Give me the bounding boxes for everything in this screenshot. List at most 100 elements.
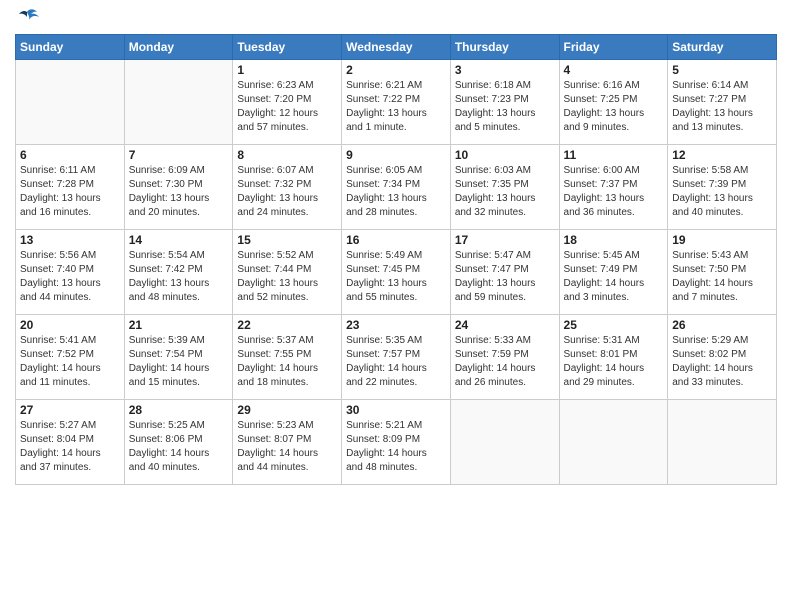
day-info: Sunrise: 6:07 AM Sunset: 7:32 PM Dayligh… [237, 164, 337, 220]
calendar-cell: 22 Sunrise: 5:37 AM Sunset: 7:55 PM Dayli… [233, 315, 342, 400]
calendar-header-monday: Monday [124, 35, 233, 60]
day-number: 25 [564, 318, 664, 332]
day-info: Sunrise: 5:52 AM Sunset: 7:44 PM Dayligh… [237, 249, 337, 305]
day-number: 14 [129, 233, 229, 247]
day-number: 23 [346, 318, 446, 332]
calendar-cell: 20 Sunrise: 5:41 AM Sunset: 7:52 PM Dayli… [16, 315, 125, 400]
day-info: Sunrise: 5:49 AM Sunset: 7:45 PM Dayligh… [346, 249, 446, 305]
day-number: 4 [564, 63, 664, 77]
calendar-cell [559, 400, 668, 485]
day-info: Sunrise: 5:21 AM Sunset: 8:09 PM Dayligh… [346, 419, 446, 475]
calendar-cell: 28Sunrise: 5:25 AM Sunset: 8:06 PM Dayli… [124, 400, 233, 485]
day-number: 7 [129, 148, 229, 162]
calendar-cell: 30 Sunrise: 5:21 AM Sunset: 8:09 PM Dayli… [342, 400, 451, 485]
day-number: 24 [455, 318, 555, 332]
day-number: 20 [20, 318, 120, 332]
calendar-header-tuesday: Tuesday [233, 35, 342, 60]
calendar-cell: 29 Sunrise: 5:23 AM Sunset: 8:07 PM Dayli… [233, 400, 342, 485]
calendar-cell: 21 Sunrise: 5:39 AM Sunset: 7:54 PM Dayli… [124, 315, 233, 400]
day-info: Sunrise: 5:54 AM Sunset: 7:42 PM Dayligh… [129, 249, 229, 305]
day-number: 21 [129, 318, 229, 332]
page-header [15, 10, 777, 26]
calendar-cell: 4 Sunrise: 6:16 AM Sunset: 7:25 PM Daylig… [559, 60, 668, 145]
calendar-cell: 24 Sunrise: 5:33 AM Sunset: 7:59 PM Dayli… [450, 315, 559, 400]
calendar-cell: 3 Sunrise: 6:18 AM Sunset: 7:23 PM Daylig… [450, 60, 559, 145]
calendar-week-row: 20 Sunrise: 5:41 AM Sunset: 7:52 PM Dayli… [16, 315, 777, 400]
day-info: Sunrise: 6:09 AM Sunset: 7:30 PM Dayligh… [129, 164, 229, 220]
day-info: Sunrise: 6:00 AM Sunset: 7:37 PM Dayligh… [564, 164, 664, 220]
day-number: 22 [237, 318, 337, 332]
day-info: Sunrise: 6:16 AM Sunset: 7:25 PM Dayligh… [564, 79, 664, 135]
calendar-cell: 19 Sunrise: 5:43 AM Sunset: 7:50 PM Dayli… [668, 230, 777, 315]
calendar-week-row: 13Sunrise: 5:56 AM Sunset: 7:40 PM Dayli… [16, 230, 777, 315]
day-number: 5 [672, 63, 772, 77]
day-info: Sunrise: 5:23 AM Sunset: 8:07 PM Dayligh… [237, 419, 337, 475]
day-info: Sunrise: 5:43 AM Sunset: 7:50 PM Dayligh… [672, 249, 772, 305]
calendar-cell: 1Sunrise: 6:23 AM Sunset: 7:20 PM Daylig… [233, 60, 342, 145]
calendar-cell: 9 Sunrise: 6:05 AM Sunset: 7:34 PM Daylig… [342, 145, 451, 230]
calendar-cell: 11 Sunrise: 6:00 AM Sunset: 7:37 PM Dayli… [559, 145, 668, 230]
calendar-header-sunday: Sunday [16, 35, 125, 60]
day-number: 18 [564, 233, 664, 247]
day-number: 2 [346, 63, 446, 77]
calendar-cell: 5 Sunrise: 6:14 AM Sunset: 7:27 PM Daylig… [668, 60, 777, 145]
calendar-cell: 25 Sunrise: 5:31 AM Sunset: 8:01 PM Dayli… [559, 315, 668, 400]
calendar-week-row: 27 Sunrise: 5:27 AM Sunset: 8:04 PM Dayli… [16, 400, 777, 485]
day-number: 30 [346, 403, 446, 417]
calendar-cell [668, 400, 777, 485]
day-number: 9 [346, 148, 446, 162]
calendar-week-row: 1Sunrise: 6:23 AM Sunset: 7:20 PM Daylig… [16, 60, 777, 145]
day-info: Sunrise: 6:05 AM Sunset: 7:34 PM Dayligh… [346, 164, 446, 220]
calendar-cell: 10Sunrise: 6:03 AM Sunset: 7:35 PM Dayli… [450, 145, 559, 230]
day-number: 8 [237, 148, 337, 162]
logo [15, 10, 39, 26]
day-info: Sunrise: 6:21 AM Sunset: 7:22 PM Dayligh… [346, 79, 446, 135]
day-info: Sunrise: 5:45 AM Sunset: 7:49 PM Dayligh… [564, 249, 664, 305]
day-number: 3 [455, 63, 555, 77]
day-info: Sunrise: 5:31 AM Sunset: 8:01 PM Dayligh… [564, 334, 664, 390]
day-info: Sunrise: 6:18 AM Sunset: 7:23 PM Dayligh… [455, 79, 555, 135]
day-info: Sunrise: 5:29 AM Sunset: 8:02 PM Dayligh… [672, 334, 772, 390]
day-number: 13 [20, 233, 120, 247]
calendar-cell: 23 Sunrise: 5:35 AM Sunset: 7:57 PM Dayli… [342, 315, 451, 400]
calendar-cell: 2 Sunrise: 6:21 AM Sunset: 7:22 PM Daylig… [342, 60, 451, 145]
day-number: 6 [20, 148, 120, 162]
calendar-cell: 16 Sunrise: 5:49 AM Sunset: 7:45 PM Dayli… [342, 230, 451, 315]
day-info: Sunrise: 5:35 AM Sunset: 7:57 PM Dayligh… [346, 334, 446, 390]
calendar-header-saturday: Saturday [668, 35, 777, 60]
day-number: 17 [455, 233, 555, 247]
day-number: 29 [237, 403, 337, 417]
calendar-cell: 12Sunrise: 5:58 AM Sunset: 7:39 PM Dayli… [668, 145, 777, 230]
day-info: Sunrise: 5:47 AM Sunset: 7:47 PM Dayligh… [455, 249, 555, 305]
calendar-cell: 17 Sunrise: 5:47 AM Sunset: 7:47 PM Dayli… [450, 230, 559, 315]
day-number: 19 [672, 233, 772, 247]
day-info: Sunrise: 5:39 AM Sunset: 7:54 PM Dayligh… [129, 334, 229, 390]
day-info: Sunrise: 5:27 AM Sunset: 8:04 PM Dayligh… [20, 419, 120, 475]
day-info: Sunrise: 5:41 AM Sunset: 7:52 PM Dayligh… [20, 334, 120, 390]
day-info: Sunrise: 5:33 AM Sunset: 7:59 PM Dayligh… [455, 334, 555, 390]
day-number: 11 [564, 148, 664, 162]
logo-bird-icon [17, 8, 39, 26]
calendar-cell: 18 Sunrise: 5:45 AM Sunset: 7:49 PM Dayli… [559, 230, 668, 315]
day-info: Sunrise: 6:11 AM Sunset: 7:28 PM Dayligh… [20, 164, 120, 220]
day-number: 28 [129, 403, 229, 417]
calendar-cell [450, 400, 559, 485]
calendar-header-friday: Friday [559, 35, 668, 60]
calendar-cell: 13Sunrise: 5:56 AM Sunset: 7:40 PM Dayli… [16, 230, 125, 315]
day-number: 16 [346, 233, 446, 247]
calendar-cell: 6 Sunrise: 6:11 AM Sunset: 7:28 PM Daylig… [16, 145, 125, 230]
calendar-cell: 7 Sunrise: 6:09 AM Sunset: 7:30 PM Daylig… [124, 145, 233, 230]
calendar-cell: 14 Sunrise: 5:54 AM Sunset: 7:42 PM Dayli… [124, 230, 233, 315]
calendar-cell [16, 60, 125, 145]
calendar-header-thursday: Thursday [450, 35, 559, 60]
day-info: Sunrise: 6:23 AM Sunset: 7:20 PM Dayligh… [237, 79, 337, 135]
calendar-table: SundayMondayTuesdayWednesdayThursdayFrid… [15, 34, 777, 485]
day-info: Sunrise: 6:14 AM Sunset: 7:27 PM Dayligh… [672, 79, 772, 135]
day-number: 26 [672, 318, 772, 332]
day-number: 27 [20, 403, 120, 417]
day-info: Sunrise: 5:37 AM Sunset: 7:55 PM Dayligh… [237, 334, 337, 390]
calendar-cell: 8 Sunrise: 6:07 AM Sunset: 7:32 PM Daylig… [233, 145, 342, 230]
day-number: 12 [672, 148, 772, 162]
day-info: Sunrise: 6:03 AM Sunset: 7:35 PM Dayligh… [455, 164, 555, 220]
day-number: 15 [237, 233, 337, 247]
